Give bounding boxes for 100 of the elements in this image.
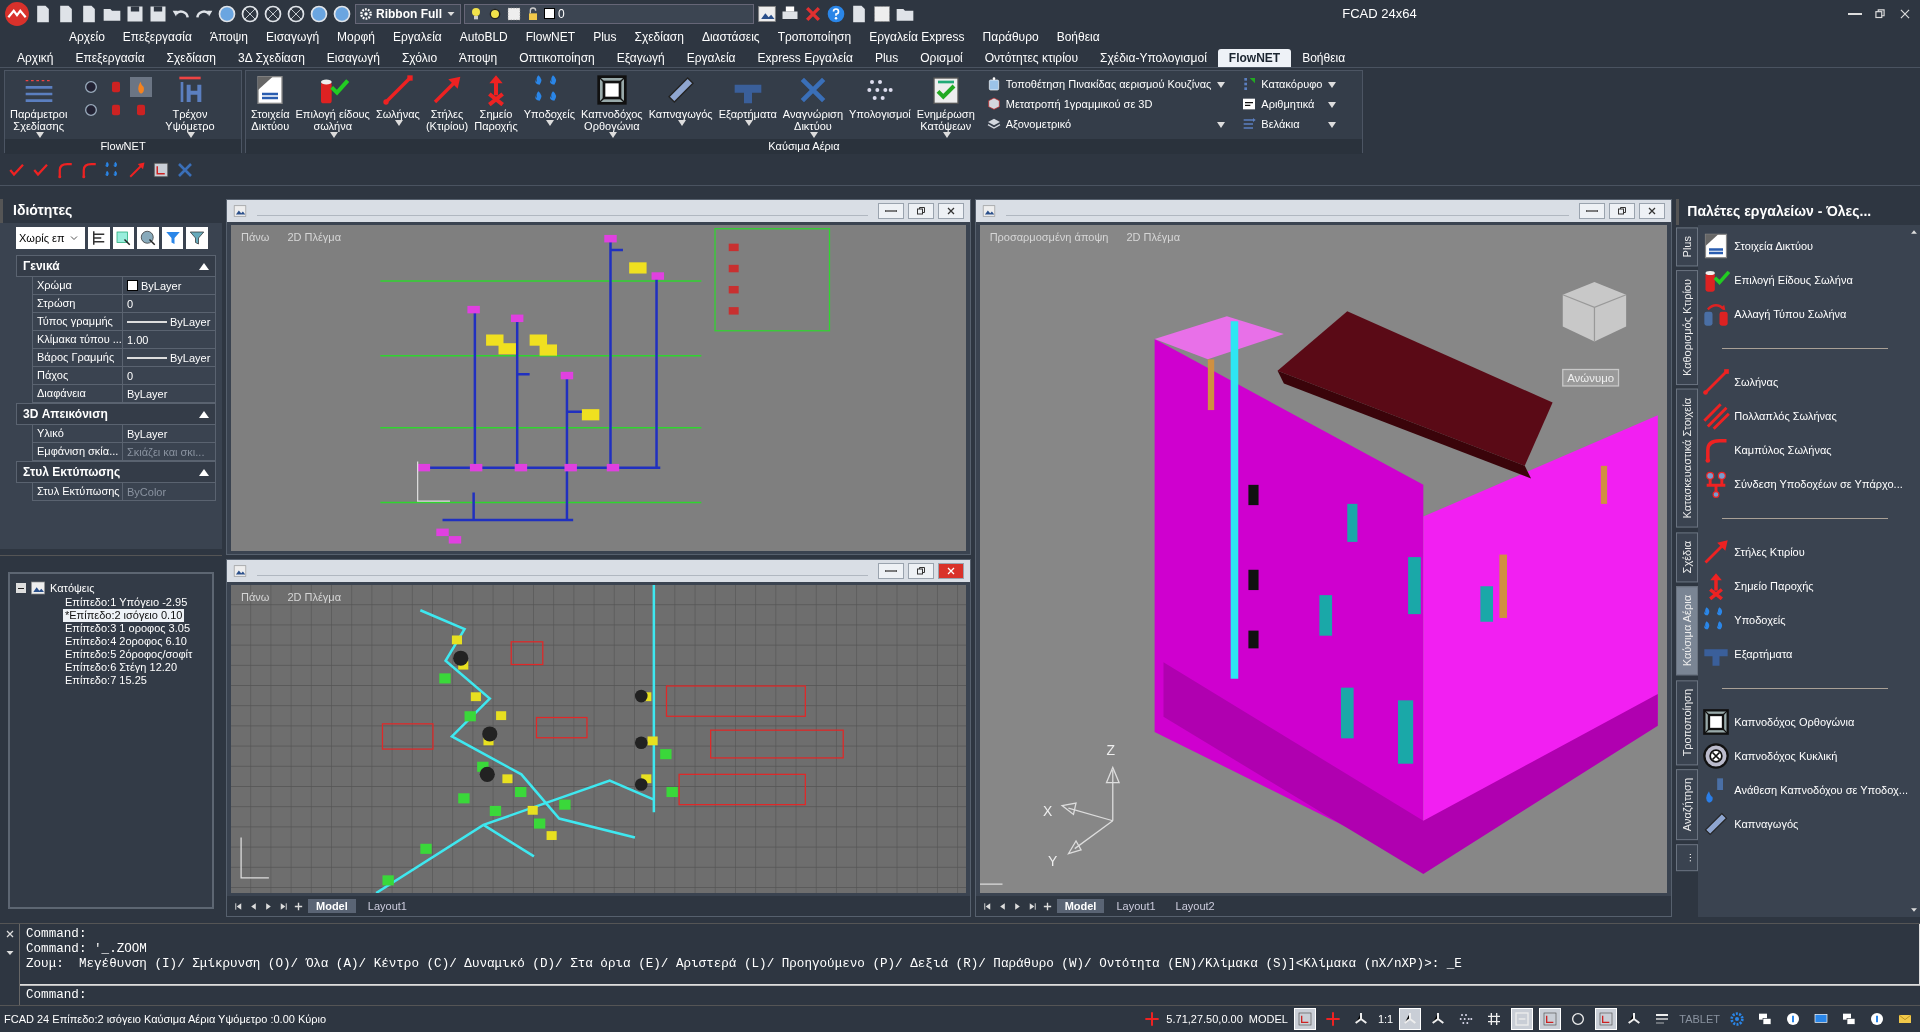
status-toggle[interactable] [1511, 1008, 1534, 1030]
folder-image-icon[interactable] [757, 3, 777, 24]
menu-item[interactable]: Εργαλεία Express [860, 30, 974, 44]
logo-icon[interactable] [4, 0, 30, 27]
first-icon[interactable] [233, 900, 244, 912]
palette-tool[interactable]: Ανάθεση Καπνοδόχου σε Υποδοχ... [1702, 773, 1908, 807]
plus-icon[interactable] [1041, 900, 1053, 912]
menu-item[interactable]: Plus [584, 30, 626, 44]
palette-tab[interactable]: Σχέδια [1676, 532, 1699, 583]
menu-item[interactable]: Άποψη [200, 30, 257, 44]
ribbon-tab[interactable]: Βοήθεια [1291, 49, 1357, 67]
restore-button[interactable] [907, 563, 934, 579]
menu-item[interactable]: Βοήθεια [1047, 30, 1109, 44]
ribbon-button[interactable]: Αριθμητικά [1241, 95, 1337, 112]
workspace-dropdown[interactable]: Ribbon Full [355, 3, 461, 24]
palette-tool[interactable]: Καπναγωγός [1702, 807, 1799, 841]
ribbon-button[interactable]: Καπνοδόχος Ορθογώνια [578, 73, 646, 139]
section-header[interactable]: 3D Απεικόνιση [16, 403, 216, 425]
menu-item[interactable]: Επεξεργασία [113, 30, 201, 44]
ribbon-tab[interactable]: Οπτικοποίηση [508, 49, 606, 67]
help-icon[interactable] [826, 3, 846, 24]
palette-tool[interactable]: Αλλαγή Τύπου Σωλήνα [1702, 297, 1847, 331]
previous-icon[interactable] [248, 900, 259, 912]
palette-tool[interactable]: Υποδοχείς [1702, 603, 1786, 637]
section-header[interactable]: Γενικά [16, 255, 216, 277]
tree-item[interactable]: Επίπεδο:7 15.25 [63, 674, 149, 687]
check-icon[interactable] [32, 161, 50, 179]
toolbar-button[interactable] [87, 227, 110, 249]
property-value[interactable]: ByLayer [170, 351, 211, 364]
tree-item[interactable]: Επίπεδο:1 Υπόγειο -2.95 [63, 596, 190, 609]
view-label[interactable]: 2D Πλέγμα [287, 591, 342, 603]
toolbar-button[interactable] [161, 227, 184, 249]
next-icon[interactable] [263, 900, 274, 912]
palette-tool[interactable]: Πολλαπλός Σωλήνας [1702, 399, 1837, 433]
status-toggle[interactable]: 1:1 [1377, 1013, 1394, 1025]
status-toggle[interactable] [1399, 1008, 1422, 1030]
close-button[interactable] [1639, 203, 1666, 219]
collapse-icon[interactable] [16, 583, 26, 593]
palette-tab[interactable]: Καθορισμός Κτιρίου [1676, 270, 1699, 386]
menu-item[interactable]: Εισαγωγή [257, 30, 329, 44]
status-toggle[interactable] [1595, 1008, 1618, 1030]
restore-button[interactable] [907, 203, 934, 219]
ribbon-button[interactable]: Μετατροπή 1γραμμικού σε 3D [985, 95, 1226, 112]
ribbon-button[interactable]: Υπολογισμοί [846, 73, 914, 121]
tree-item[interactable]: Επίπεδο:4 2οροφος 6.10 [63, 635, 189, 648]
section-header[interactable]: Στυλ Εκτύπωσης [16, 461, 216, 483]
tree-item[interactable]: Επίπεδο:3 1 οροφος 3.05 [63, 622, 193, 635]
ribbon-button[interactable]: Εξαρτήματα [715, 73, 780, 127]
menu-item[interactable]: Αρχείο [60, 30, 114, 44]
toolbar-button[interactable] [137, 227, 159, 249]
property-value[interactable]: 1.00 [123, 331, 216, 349]
ribbon-button[interactable]: Τοποθέτηση Πινακίδας αερισμού Κουζίνας [985, 75, 1226, 92]
ribbon-button[interactable]: Βελάκια [1241, 115, 1337, 132]
layer-dropdown[interactable]: 0 [464, 3, 754, 24]
palette-tool[interactable]: Στοιχεία Δικτύου [1702, 229, 1814, 263]
disc-icon[interactable] [286, 3, 306, 24]
palette-tool[interactable]: Σύνδεση Υποδοχέων σε Υπάρχο... [1702, 467, 1903, 501]
ribbon-button[interactable]: Παράμετροι Σχεδίασης [7, 73, 71, 139]
disc-icon[interactable] [240, 3, 260, 24]
palette-tab[interactable]: Αναζήτηση [1676, 769, 1699, 841]
property-value[interactable]: 0 [123, 367, 216, 385]
status-toggle[interactable]: TABLET [1679, 1013, 1720, 1025]
layout-tab[interactable]: Model [1056, 899, 1105, 913]
cross-icon[interactable] [176, 161, 194, 179]
selection-dropdown[interactable]: Χωρίς επ [16, 227, 85, 249]
icon-button[interactable] [130, 77, 153, 97]
palette-tool[interactable]: Καπνοδόχος Κυκλική [1702, 739, 1838, 773]
ribbon-tab[interactable]: Ορισμοί [909, 49, 974, 67]
arrow-icon[interactable] [128, 161, 146, 179]
view-label[interactable]: Πάνω [241, 591, 270, 603]
ribbon-tab[interactable]: Άποψη [448, 49, 509, 67]
menu-item[interactable]: Τροποποίηση [768, 30, 861, 44]
palette-tool[interactable]: Επιλογή Είδους Σωλήνα [1702, 263, 1853, 297]
ribbon-button[interactable]: Τρέχον Υψόμετρο [162, 73, 218, 139]
ribbon-tab[interactable]: Εργαλεία [675, 49, 747, 67]
palette-tool[interactable]: Καπνοδόχος Ορθογώνια [1702, 705, 1855, 739]
last-icon[interactable] [278, 900, 289, 912]
status-toggle[interactable] [1539, 1008, 1562, 1030]
palette-tool[interactable]: Σημείο Παροχής [1702, 569, 1814, 603]
ribbon-button[interactable]: Σημείο Παροχής [471, 73, 521, 133]
ribbon-tab[interactable]: Σχόλιο [390, 49, 449, 67]
palette-tool[interactable]: Σωλήνας [1702, 365, 1779, 399]
ribbon-tab[interactable]: Εισαγωγή [315, 49, 391, 67]
ribbon-button[interactable]: Αξονομετρικό [985, 115, 1226, 132]
ribbon-tab[interactable]: Express Εργαλεία [746, 49, 864, 67]
palette-tool[interactable]: Στήλες Κτιρίου [1702, 535, 1805, 569]
close-button[interactable] [937, 203, 964, 219]
scrollbar[interactable] [1908, 225, 1920, 917]
ribbon-button[interactable]: Υποδοχείς [520, 73, 579, 127]
ribbon-tab[interactable]: Επεξεργασία [64, 49, 156, 67]
disc-icon[interactable] [263, 3, 283, 24]
menu-item[interactable]: Παράθυρο [973, 30, 1048, 44]
menu-item[interactable]: Διαστάσεις [692, 30, 769, 44]
ribbon-button[interactable]: Ενημέρωση Κατόψεων [913, 73, 978, 139]
collapse-icon[interactable] [199, 468, 209, 476]
check-icon[interactable] [8, 161, 26, 179]
palette-tool[interactable]: Εξαρτήματα [1702, 637, 1793, 671]
collapse-icon[interactable] [199, 262, 209, 270]
tree-item[interactable]: *Επίπεδο:2 ισόγειο 0.10 [63, 609, 185, 622]
collapse-icon[interactable] [199, 410, 209, 418]
